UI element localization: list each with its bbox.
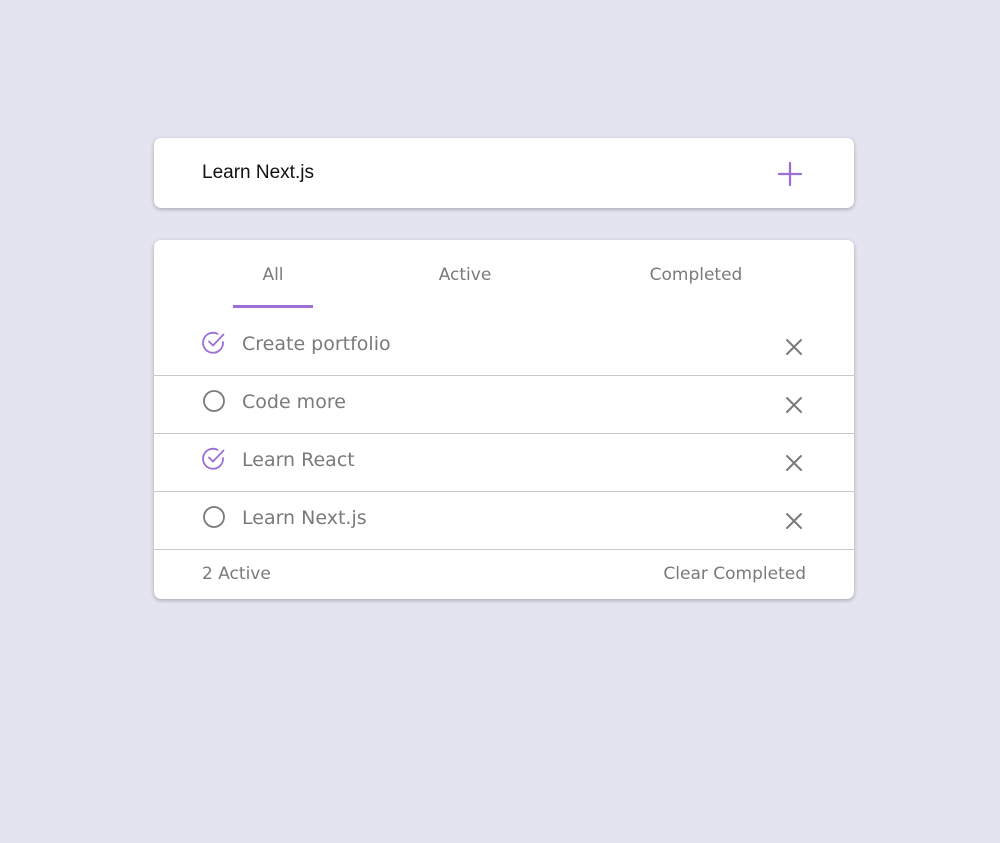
todo-item: Learn Next.js <box>154 492 854 550</box>
plus-icon <box>777 161 803 187</box>
add-todo-button[interactable] <box>776 160 804 188</box>
todo-text: Code more <box>242 391 346 413</box>
checked-circle-icon[interactable] <box>201 330 227 356</box>
checked-circle-icon[interactable] <box>201 446 227 472</box>
empty-circle-icon[interactable] <box>201 388 227 414</box>
todo-text: Learn Next.js <box>242 507 367 529</box>
close-icon[interactable] <box>783 394 805 416</box>
tab-completed[interactable]: Completed <box>636 265 756 305</box>
todo-footer: 2 Active Clear Completed <box>154 550 854 599</box>
tab-active[interactable]: Active <box>424 265 506 305</box>
todo-list: Create portfolio Code more Learn React L… <box>154 318 854 550</box>
close-icon[interactable] <box>783 510 805 532</box>
active-count: 2 Active <box>202 564 271 584</box>
tab-all[interactable]: All <box>233 265 313 308</box>
filter-tabs: All Active Completed <box>154 240 854 308</box>
todo-text: Create portfolio <box>242 333 391 355</box>
close-icon[interactable] <box>783 452 805 474</box>
new-todo-card <box>154 138 854 208</box>
empty-circle-icon[interactable] <box>201 504 227 530</box>
todo-item: Learn React <box>154 434 854 492</box>
close-icon[interactable] <box>783 336 805 358</box>
clear-completed-button[interactable]: Clear Completed <box>663 564 806 584</box>
todo-text: Learn React <box>242 449 355 471</box>
todo-item: Code more <box>154 376 854 434</box>
todo-item: Create portfolio <box>154 318 854 376</box>
new-todo-input[interactable] <box>202 158 722 188</box>
todo-list-card: All Active Completed Create portfolio Co… <box>154 240 854 599</box>
